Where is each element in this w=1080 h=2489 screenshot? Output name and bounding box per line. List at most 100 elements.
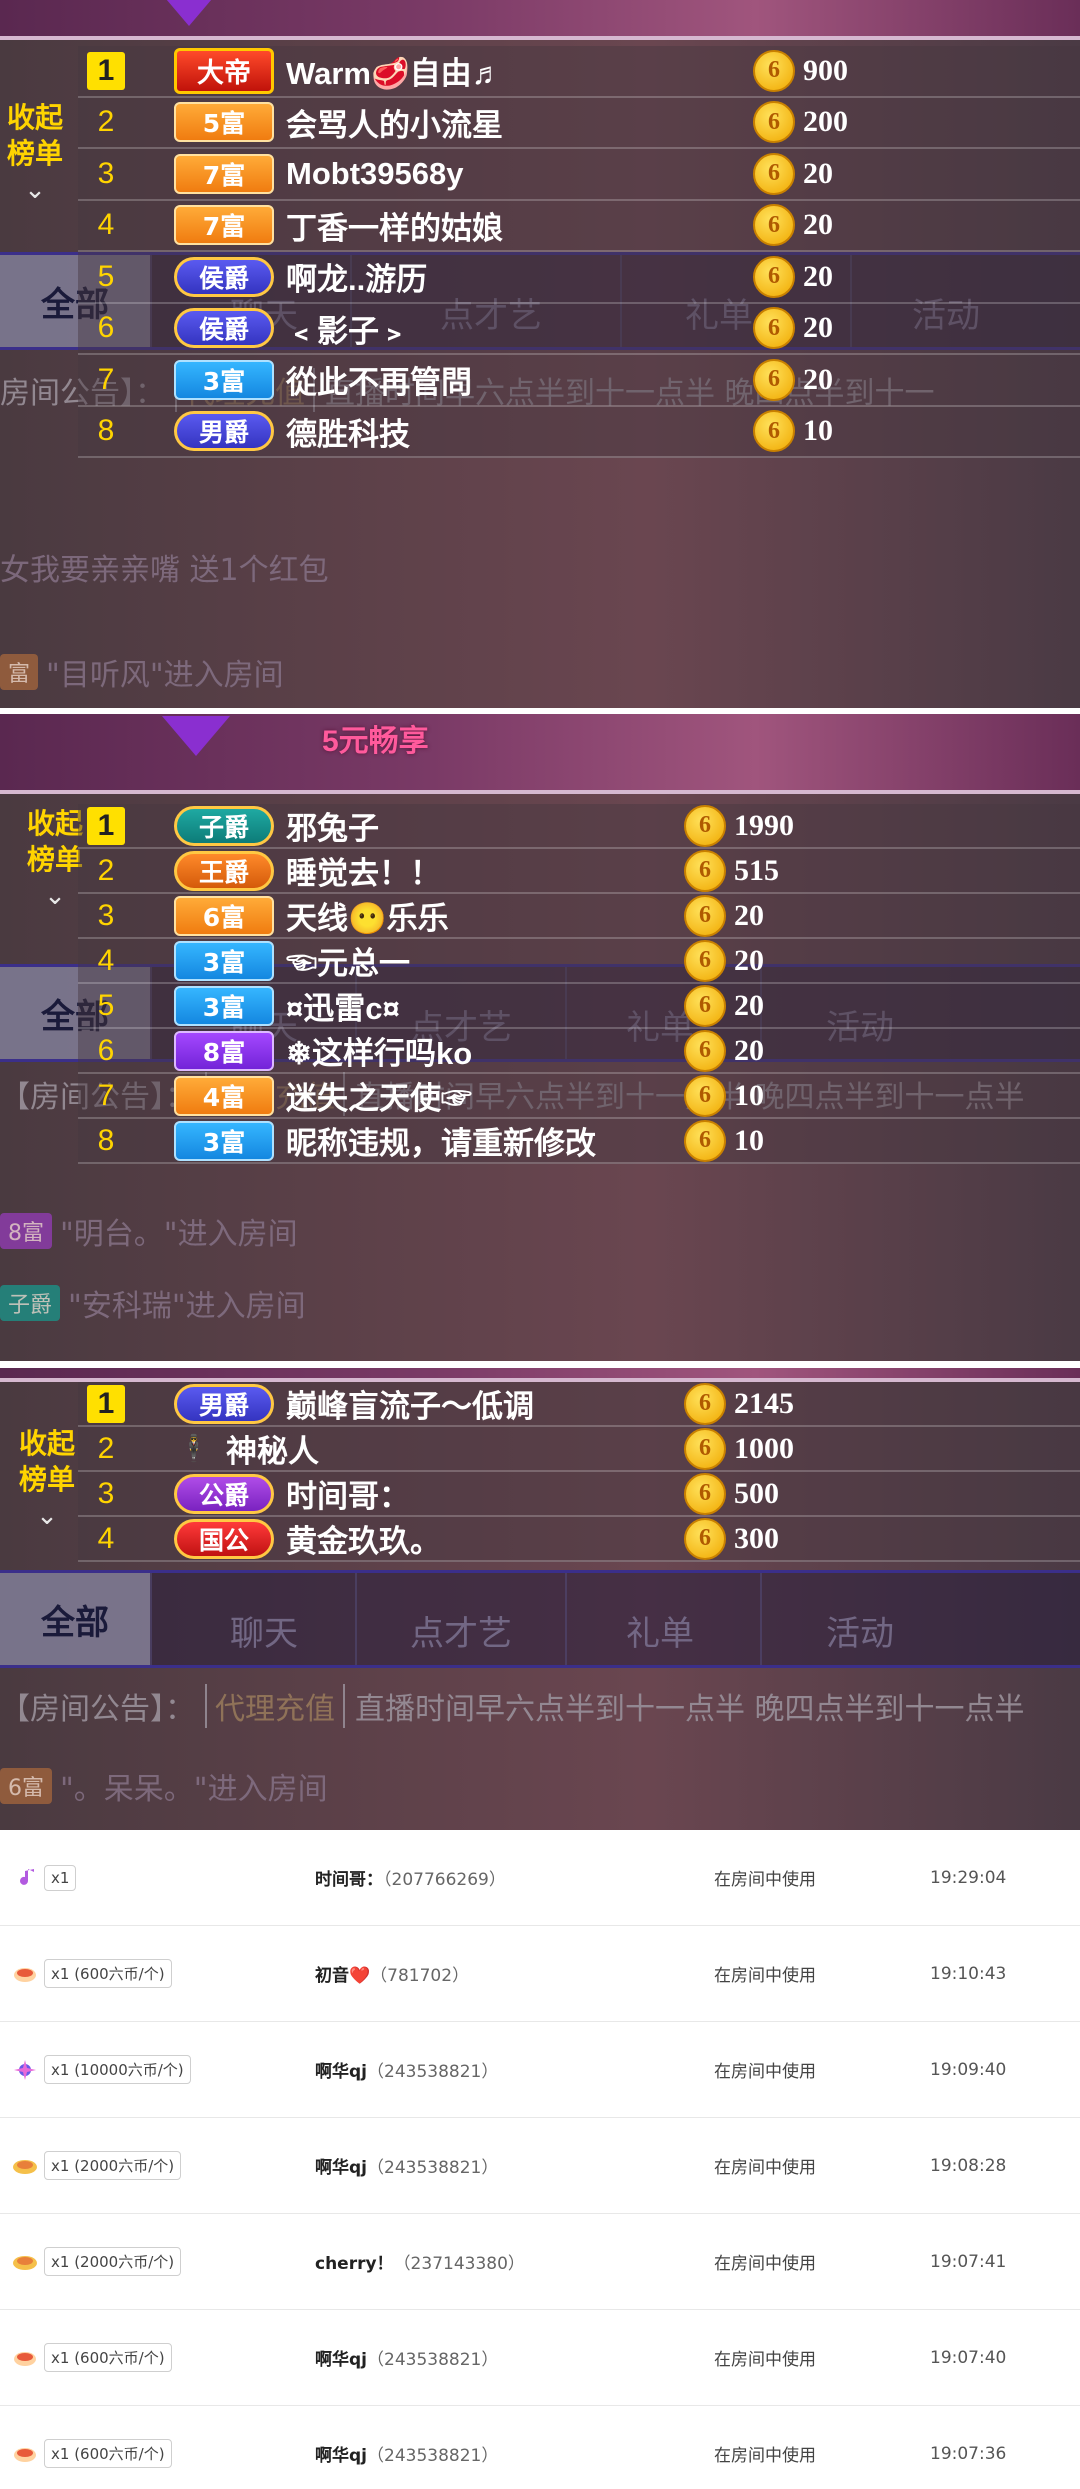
level-badge: 5富 (174, 102, 274, 143)
leaderboard-row[interactable]: 7 3富 從此不再管問 6 20 (78, 355, 1080, 407)
leaderboard-row[interactable]: 3 7富 Mobt39568y 6 20 (78, 149, 1080, 201)
leaderboard-row[interactable]: 2 🕴 神秘人 6 1000 (78, 1427, 1080, 1472)
gift-record-row: x1 (600六币/个) 啊华qj（243538821） 在房间中使用 19:07:4… (0, 2310, 1080, 2406)
leaderboard-row[interactable]: 8 3富 昵称违规，请重新修改 6 10 (78, 1119, 1080, 1164)
gift-record-row: x1 时间哥：（207766269） 在房间中使用 19:29:04 (0, 1830, 1080, 1926)
user-name[interactable]: ¤迅雷c¤ (286, 983, 686, 1028)
rank-number: 2 (97, 1431, 115, 1465)
chat-level-tag: 富 (0, 654, 39, 690)
coin-amount: 6 20 (753, 204, 833, 247)
leaderboard-row[interactable]: 2 5富 会骂人的小流星 6 200 (78, 97, 1080, 149)
tab-chat[interactable]: 聊天 (230, 1573, 298, 1665)
room-announcement: 【房间公告】： 代理充值 直播时间早六点半到十一点半 晚四点半到十一点半 (0, 1684, 1080, 1728)
level-badge: 男爵 (174, 1383, 274, 1424)
gift-quantity: x1 (10000六币/个) (44, 2055, 191, 2084)
chat-level-tag: 8富 (0, 1213, 52, 1249)
leaderboard-row[interactable]: 6 侯爵 ﹤影子﹥ 6 20 (78, 303, 1080, 355)
user-name[interactable]: 会骂人的小流星 (286, 100, 686, 145)
coin-amount: 6 20 (684, 894, 764, 937)
leaderboard-row[interactable]: 3 6富 天线😶乐乐 6 20 (78, 894, 1080, 939)
coin-amount: 6 20 (684, 939, 764, 982)
announcement-label: 【房间公告】： (0, 1692, 195, 1727)
agent-recharge-link[interactable]: 代理充值 (205, 1684, 345, 1728)
collapse-board-button[interactable]: 收起榜单 ⌄ (0, 100, 70, 208)
sender-id: （237143380） (393, 2254, 525, 2274)
coin-icon: 6 (684, 1517, 726, 1560)
usage-status: 在房间中使用 (714, 1966, 816, 1986)
sender-name: 啊华qj (315, 2158, 367, 2178)
tab-gift-list[interactable]: 礼单 (626, 1573, 694, 1665)
usage-status: 在房间中使用 (714, 2446, 816, 2466)
amount-value: 2145 (734, 1386, 794, 1420)
level-badge: 王爵 (174, 850, 274, 891)
chat-level-tag: 6富 (0, 1768, 52, 1804)
user-name[interactable]: 睡觉去！！ (286, 848, 686, 893)
coin-amount: 6 500 (684, 1472, 779, 1515)
user-name[interactable]: 天线😶乐乐 (286, 893, 686, 938)
rank-number: 3 (97, 1476, 115, 1510)
firework-gift-icon (12, 2059, 38, 2081)
coin-icon: 6 (684, 1472, 726, 1515)
amount-value: 20 (734, 1033, 764, 1067)
coin-amount: 6 10 (753, 410, 833, 453)
leaderboard-row[interactable]: 1 男爵 巅峰盲流子～低调 6 2145 (78, 1382, 1080, 1427)
user-name[interactable]: 昵称违规，请重新修改 (286, 1118, 686, 1163)
top-banner (0, 0, 1080, 40)
leaderboard-row[interactable]: 7 4富 迷失之天使☞ 6 10 (78, 1074, 1080, 1119)
bowl-gift-icon (12, 2251, 38, 2273)
chat-line-text: "安科瑞"进入房间 (68, 1289, 306, 1324)
user-name[interactable]: 邪兔子 (286, 803, 686, 848)
rank-number: 2 (97, 853, 115, 887)
user-name[interactable]: Warm🥩自由♬ (286, 48, 686, 93)
tab-talent[interactable]: 点才艺 (410, 1573, 512, 1665)
collapse-board-button[interactable]: 收起榜单 ⌄ (12, 1426, 82, 1534)
user-name[interactable]: 迷失之天使☞ (286, 1073, 686, 1118)
user-name[interactable]: Mobt39568y (286, 156, 686, 192)
amount-value: 900 (803, 53, 848, 87)
user-name[interactable]: 德胜科技 (286, 409, 686, 454)
user-name[interactable]: 黄金玖玖。 (286, 1516, 686, 1561)
leaderboard-row[interactable]: 4 7富 丁香一样的姑娘 6 20 (78, 200, 1080, 252)
leaderboard-row[interactable]: 4 3富 ☜元总一 6 20 (78, 939, 1080, 984)
coin-icon: 6 (684, 849, 726, 892)
coin-icon: 6 (753, 152, 795, 195)
sender-name: 啊华qj (315, 2446, 367, 2466)
leaderboard-row[interactable]: 3 公爵 时间哥： 6 500 (78, 1472, 1080, 1517)
rank-number: 3 (97, 898, 115, 932)
gift-record-row: x1 (600六币/个) 啊华qj（243538821） 在房间中使用 19:07:3… (0, 2406, 1080, 2489)
leaderboard-row[interactable]: 5 侯爵 啊龙..游历 6 20 (78, 252, 1080, 304)
user-name[interactable]: 啊龙..游历 (286, 254, 686, 299)
chevron-down-icon: ⌄ (24, 175, 46, 205)
user-name[interactable]: ﹤影子﹥ (286, 306, 686, 351)
user-name[interactable]: ❄这样行吗ko (286, 1028, 686, 1073)
coin-amount: 6 20 (753, 358, 833, 401)
user-name[interactable]: ☜元总一 (286, 938, 686, 983)
usage-status: 在房间中使用 (714, 2350, 816, 2370)
leaderboard-row[interactable]: 6 8富 ❄这样行吗ko 6 20 (78, 1029, 1080, 1074)
user-name[interactable]: 神秘人 (226, 1426, 626, 1471)
amount-value: 1000 (734, 1431, 794, 1465)
coin-amount: 6 20 (753, 307, 833, 350)
leaderboard-row[interactable]: 8 男爵 德胜科技 6 10 (78, 406, 1080, 458)
user-name[interactable]: 时间哥： (286, 1471, 686, 1516)
user-name[interactable]: 丁香一样的姑娘 (286, 203, 686, 248)
sender: 啊华qj（243538821） (315, 2345, 498, 2370)
leaderboard-row[interactable]: 5 3富 ¤迅雷c¤ 6 20 (78, 984, 1080, 1029)
tab-all[interactable]: 全部 (0, 1573, 150, 1665)
coin-icon: 6 (753, 204, 795, 247)
gift-quantity: x1 (44, 1864, 77, 1891)
collapse-label: 收起榜单 (6, 101, 63, 170)
rank-number: 8 (97, 1123, 115, 1157)
chat-line: 子爵 "安科瑞"进入房间 (0, 1281, 306, 1325)
leaderboard-row[interactable]: 1 子爵 邪兔子 6 1990 (78, 804, 1080, 849)
user-name[interactable]: 從此不再管問 (286, 357, 686, 402)
user-name[interactable]: 巅峰盲流子～低调 (286, 1381, 686, 1426)
leaderboard-row[interactable]: 4 国公 黄金玖玖。 6 300 (78, 1517, 1080, 1562)
leaderboard-row[interactable]: 1 大帝 Warm🥩自由♬ 6 900 (78, 46, 1080, 98)
tab-activity[interactable]: 活动 (826, 1573, 894, 1665)
coin-icon: 6 (753, 49, 795, 92)
leaderboard-row[interactable]: 2 王爵 睡觉去！！ 6 515 (78, 849, 1080, 894)
usage-status: 在房间中使用 (714, 2062, 816, 2082)
coin-amount: 6 2145 (684, 1382, 794, 1425)
divider (0, 1361, 1080, 1367)
